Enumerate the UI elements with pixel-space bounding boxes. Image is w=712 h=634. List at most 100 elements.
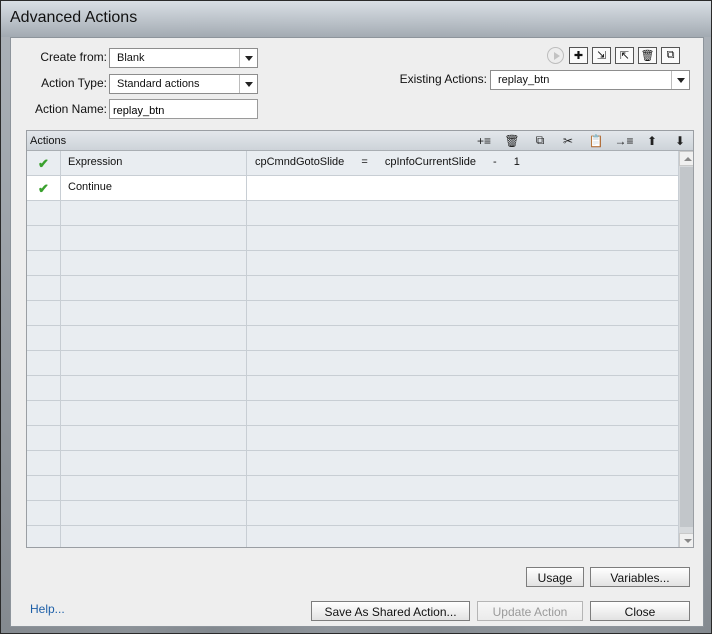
empty-cell[interactable]	[61, 301, 247, 325]
create-from-dropdown[interactable]: Blank	[109, 48, 258, 68]
insert-row-icon[interactable]: +≡	[473, 132, 495, 149]
table-row[interactable]	[27, 501, 678, 526]
table-row[interactable]	[27, 426, 678, 451]
expr-operator[interactable]: -	[493, 156, 497, 168]
empty-cell[interactable]	[27, 251, 61, 275]
table-row[interactable]	[27, 351, 678, 376]
expr-operand[interactable]: cpInfoCurrentSlide	[385, 156, 476, 168]
expr-variable[interactable]: cpCmndGotoSlide	[255, 156, 344, 168]
delete-action-icon[interactable]: 🗑	[638, 47, 657, 64]
empty-cell[interactable]	[27, 201, 61, 225]
existing-actions-dropdown[interactable]: replay_btn	[490, 70, 690, 90]
empty-cell[interactable]	[247, 451, 678, 475]
empty-cell[interactable]	[61, 226, 247, 250]
table-row[interactable]	[27, 326, 678, 351]
row-action-cell[interactable]: Expression	[61, 151, 247, 175]
table-row[interactable]	[27, 251, 678, 276]
preview-play-icon[interactable]	[546, 47, 565, 64]
checkmark-icon: ✔	[38, 181, 49, 196]
paste-row-icon[interactable]: 📋	[585, 132, 607, 149]
empty-cell[interactable]	[61, 201, 247, 225]
add-action-icon[interactable]: ✚	[569, 47, 588, 64]
empty-cell[interactable]	[27, 301, 61, 325]
move-down-icon[interactable]: ⬇	[669, 132, 691, 149]
empty-cell[interactable]	[61, 326, 247, 350]
empty-cell[interactable]	[27, 451, 61, 475]
expr-operator[interactable]: =	[361, 156, 367, 168]
empty-cell[interactable]	[27, 326, 61, 350]
save-shared-action-button[interactable]: Save As Shared Action...	[311, 601, 470, 621]
empty-cell[interactable]	[61, 476, 247, 500]
table-row[interactable]	[27, 376, 678, 401]
action-type-dropdown[interactable]: Standard actions	[109, 74, 258, 94]
empty-cell[interactable]	[27, 401, 61, 425]
empty-cell[interactable]	[247, 326, 678, 350]
empty-cell[interactable]	[247, 276, 678, 300]
empty-cell[interactable]	[61, 501, 247, 525]
scroll-up-icon[interactable]	[679, 151, 693, 166]
empty-cell[interactable]	[61, 401, 247, 425]
empty-cell[interactable]	[247, 526, 678, 547]
scroll-thumb[interactable]	[680, 167, 693, 527]
scroll-down-icon[interactable]	[679, 533, 693, 547]
empty-cell[interactable]	[247, 426, 678, 450]
table-row[interactable]: ✔ Expression cpCmndGotoSlide = cpInfoCur…	[27, 151, 678, 176]
empty-cell[interactable]	[247, 351, 678, 375]
expr-operand[interactable]: 1	[514, 156, 520, 168]
usage-button[interactable]: Usage	[526, 567, 584, 587]
table-row[interactable]	[27, 201, 678, 226]
empty-cell[interactable]	[27, 351, 61, 375]
move-up-icon[interactable]: ⬆	[641, 132, 663, 149]
row-expression-cell[interactable]: cpCmndGotoSlide = cpInfoCurrentSlide - 1	[247, 151, 678, 175]
empty-cell[interactable]	[27, 276, 61, 300]
table-row[interactable]	[27, 301, 678, 326]
empty-cell[interactable]	[247, 226, 678, 250]
empty-cell[interactable]	[27, 526, 61, 547]
row-action-cell[interactable]: Continue	[61, 176, 247, 200]
table-row[interactable]	[27, 526, 678, 547]
empty-cell[interactable]	[27, 426, 61, 450]
table-row[interactable]	[27, 226, 678, 251]
row-expression-cell[interactable]	[247, 176, 678, 200]
empty-cell[interactable]	[61, 451, 247, 475]
export-action-icon[interactable]: ⇱	[615, 47, 634, 64]
table-row[interactable]	[27, 276, 678, 301]
empty-cell[interactable]	[61, 351, 247, 375]
table-row[interactable]: ✔ Continue	[27, 176, 678, 201]
variables-button[interactable]: Variables...	[590, 567, 690, 587]
empty-cell[interactable]	[61, 526, 247, 547]
empty-cell[interactable]	[247, 251, 678, 275]
empty-cell[interactable]	[247, 501, 678, 525]
empty-cell[interactable]	[247, 376, 678, 400]
close-button[interactable]: Close	[590, 601, 690, 621]
empty-cell[interactable]	[27, 501, 61, 525]
delete-row-icon[interactable]: 🗑	[501, 132, 523, 149]
table-row[interactable]	[27, 451, 678, 476]
import-action-icon[interactable]: ⇲	[592, 47, 611, 64]
empty-cell[interactable]	[247, 401, 678, 425]
empty-cell[interactable]	[61, 376, 247, 400]
table-row[interactable]	[27, 401, 678, 426]
empty-cell[interactable]	[247, 201, 678, 225]
row-check-cell[interactable]: ✔	[27, 151, 61, 175]
empty-cell[interactable]	[61, 276, 247, 300]
empty-cell[interactable]	[247, 301, 678, 325]
copy-row-icon[interactable]: ⧉	[529, 132, 551, 149]
duplicate-action-icon[interactable]: ⧉	[661, 47, 680, 64]
empty-cell[interactable]	[61, 251, 247, 275]
grid-scrollbar[interactable]	[678, 151, 693, 547]
title-bar[interactable]: Advanced Actions	[1, 1, 711, 37]
indent-row-icon[interactable]: →≡	[613, 132, 635, 149]
empty-cell[interactable]	[27, 376, 61, 400]
update-action-button[interactable]: Update Action	[477, 601, 583, 621]
row-check-cell[interactable]: ✔	[27, 176, 61, 200]
empty-cell[interactable]	[27, 476, 61, 500]
chevron-down-icon	[239, 75, 257, 93]
empty-cell[interactable]	[61, 426, 247, 450]
table-row[interactable]	[27, 476, 678, 501]
empty-cell[interactable]	[27, 226, 61, 250]
action-name-input[interactable]	[109, 99, 258, 119]
empty-cell[interactable]	[247, 476, 678, 500]
cut-row-icon[interactable]: ✂	[557, 132, 579, 149]
help-link[interactable]: Help...	[30, 602, 65, 616]
